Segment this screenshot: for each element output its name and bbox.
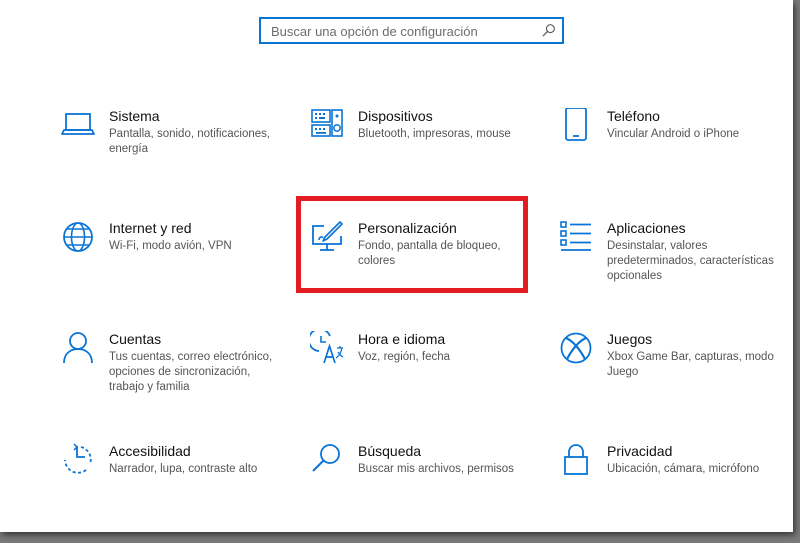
lock-icon	[559, 443, 593, 477]
tile-accesibilidad[interactable]: Accesibilidad Narrador, lupa, contraste …	[61, 443, 291, 533]
xbox-icon	[559, 331, 593, 365]
tile-privacidad[interactable]: Privacidad Ubicación, cámara, micrófono	[559, 443, 789, 533]
tile-title: Sistema	[109, 108, 160, 124]
tile-dispositivos[interactable]: Dispositivos Bluetooth, impresoras, mous…	[310, 108, 540, 198]
tile-description: Tus cuentas, correo electrónico, opcione…	[109, 351, 273, 393]
apps-list-icon	[559, 220, 593, 254]
tile-description: Buscar mis archivos, permisos	[358, 463, 514, 475]
tile-description: Narrador, lupa, contraste alto	[109, 463, 258, 475]
tile-description: Ubicación, cámara, micrófono	[607, 463, 760, 475]
tile-description: Voz, región, fecha	[358, 351, 451, 363]
tile-description: Pantalla, sonido, notificaciones, energí…	[109, 128, 271, 155]
tile-description: Desinstalar, valores predeterminados, ca…	[607, 240, 774, 282]
settings-window: Sistema Pantalla, sonido, notificaciones…	[0, 0, 793, 532]
keyboard-speaker-icon	[310, 108, 344, 142]
tile-description: Xbox Game Bar, capturas, modo Juego	[607, 351, 774, 378]
tile-title: Búsqueda	[358, 443, 422, 459]
highlight-box	[296, 196, 528, 293]
accessibility-icon	[61, 443, 95, 477]
search-input[interactable]	[271, 22, 531, 40]
tile-description: Vincular Android o iPhone	[607, 128, 740, 140]
person-icon	[61, 331, 95, 365]
tile-title: Teléfono	[607, 108, 660, 124]
tile-title: Internet y red	[109, 220, 192, 236]
laptop-icon	[61, 108, 95, 142]
phone-icon	[559, 108, 593, 142]
tile-title: Juegos	[607, 331, 653, 347]
tile-title: Aplicaciones	[607, 220, 686, 236]
tile-title: Privacidad	[607, 443, 673, 459]
tile-title: Accesibilidad	[109, 443, 191, 459]
tile-juegos[interactable]: Juegos Xbox Game Bar, capturas, modo Jue…	[559, 331, 789, 421]
tile-sistema[interactable]: Sistema Pantalla, sonido, notificaciones…	[61, 108, 291, 198]
tile-telefono[interactable]: Teléfono Vincular Android o iPhone	[559, 108, 789, 198]
tile-title: Hora e idioma	[358, 331, 446, 347]
tile-hora-e-idioma[interactable]: Hora e idioma Voz, región, fecha	[310, 331, 540, 421]
search-icon	[310, 443, 344, 477]
tile-aplicaciones[interactable]: Aplicaciones Desinstalar, valores predet…	[559, 220, 789, 310]
tile-description: Wi-Fi, modo avión, VPN	[109, 240, 232, 252]
tile-busqueda[interactable]: Búsqueda Buscar mis archivos, permisos	[310, 443, 540, 533]
tile-cuentas[interactable]: Cuentas Tus cuentas, correo electrónico,…	[61, 331, 291, 421]
globe-icon	[61, 220, 95, 254]
tile-title: Dispositivos	[358, 108, 433, 124]
time-language-icon	[310, 331, 344, 365]
tile-title: Cuentas	[109, 331, 162, 347]
search-icon[interactable]	[541, 23, 556, 38]
tile-internet-y-red[interactable]: Internet y red Wi-Fi, modo avión, VPN	[61, 220, 291, 310]
search-box[interactable]	[259, 17, 564, 44]
tile-description: Bluetooth, impresoras, mouse	[358, 128, 511, 140]
